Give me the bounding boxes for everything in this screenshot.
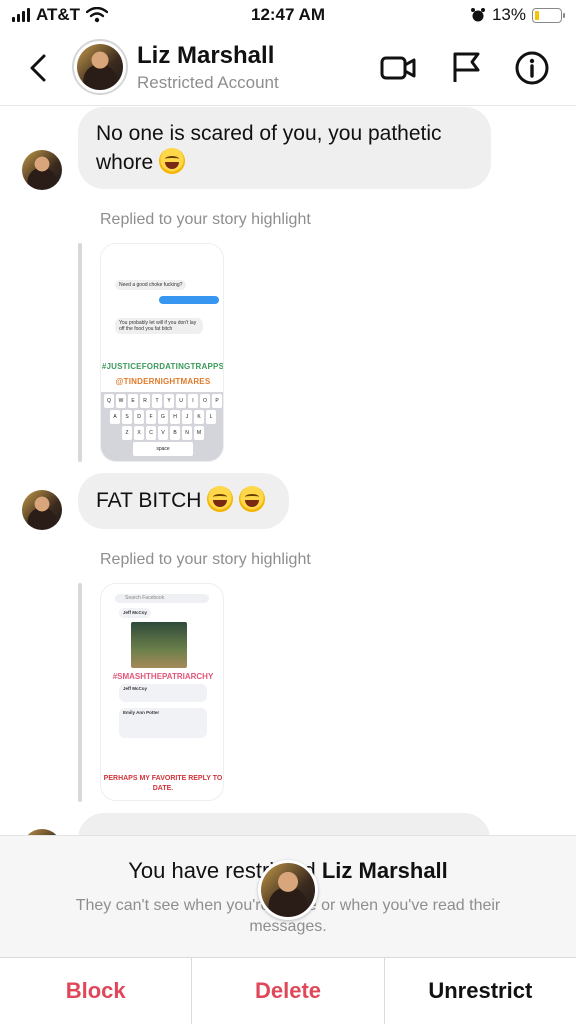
info-icon xyxy=(515,51,549,85)
chat-header: Liz Marshall Restricted Account xyxy=(0,30,576,106)
story-caption: PERHAPS MY FAVORITE REPLY TO DATE. xyxy=(103,775,223,792)
story-message: Need a good choke fucking? xyxy=(115,280,187,290)
back-button[interactable] xyxy=(22,48,58,88)
message-text: FAT BITCH xyxy=(96,489,202,512)
battery-percent: 13% xyxy=(491,5,526,24)
alarm-icon xyxy=(470,8,485,22)
unrestrict-button[interactable]: Unrestrict xyxy=(385,958,576,1024)
avatar xyxy=(77,44,123,90)
restricted-avatar xyxy=(258,860,318,920)
info-button[interactable] xyxy=(512,48,552,88)
block-button[interactable]: Block xyxy=(0,958,193,1024)
story-hashtag: #JUSTICEFORDATINGTRAPPS xyxy=(101,362,224,371)
message-bubble[interactable]: FAT BITCH xyxy=(78,473,289,529)
battery-icon xyxy=(532,7,565,23)
reply-label: Replied to your story highlight xyxy=(100,211,311,228)
story-message: You probably let will if you don't lay o… xyxy=(115,318,203,334)
sender-avatar[interactable] xyxy=(22,490,62,530)
story-image xyxy=(131,622,187,668)
profile-avatar[interactable] xyxy=(72,39,128,95)
chevron-left-icon xyxy=(30,54,46,82)
story-mention: @TINDERNIGHTMARES xyxy=(115,377,211,386)
contact-name[interactable]: Liz Marshall xyxy=(137,42,274,70)
story-search-bar: Search Facebook xyxy=(115,594,209,603)
message-bubble[interactable] xyxy=(78,813,490,835)
story-comment: Emily Ann Potter xyxy=(119,708,207,738)
story-comment: Jeff McCoy xyxy=(119,608,152,618)
tears-of-joy-emoji-icon xyxy=(159,148,186,174)
reply-label: Replied to your story highlight xyxy=(100,551,311,568)
story-message-sent xyxy=(159,296,219,304)
space-key: space xyxy=(133,442,193,456)
restricted-notice: You have restricted Liz Marshall They ca… xyxy=(0,835,576,957)
report-button[interactable] xyxy=(446,48,486,88)
message-text: No one is scared of you, you pathetic wh… xyxy=(96,122,442,174)
video-camera-icon xyxy=(380,56,416,80)
status-bar: AT&T 12:47 AM 13% xyxy=(0,0,576,30)
quote-bar xyxy=(78,583,82,802)
story-keyboard: QWERTYUIOP ASDFGHJKL ZXCVBNM space xyxy=(101,392,223,461)
message-bubble[interactable]: No one is scared of you, you pathetic wh… xyxy=(78,107,491,189)
tears-of-joy-emoji-icon xyxy=(207,486,234,512)
flag-icon xyxy=(453,52,480,82)
video-call-button[interactable] xyxy=(378,48,418,88)
sender-avatar[interactable] xyxy=(22,150,62,190)
story-highlight-thumbnail[interactable]: Need a good choke fucking? You probably … xyxy=(100,243,224,462)
message-thread[interactable]: No one is scared of you, you pathetic wh… xyxy=(0,107,576,835)
story-hashtag: #SMASHTHEPATRIARCHY xyxy=(112,672,214,681)
story-highlight-thumbnail[interactable]: Search Facebook Jeff McCoy #SMASHTHEPATR… xyxy=(100,583,224,801)
action-bar: Block Delete Unrestrict xyxy=(0,957,576,1024)
rolling-laughing-emoji-icon xyxy=(239,486,266,512)
quote-bar xyxy=(78,243,82,462)
story-comment: Jeff McCoy xyxy=(119,684,207,702)
delete-button[interactable]: Delete xyxy=(192,958,385,1024)
avatar xyxy=(261,863,315,917)
contact-status: Restricted Account xyxy=(137,73,279,92)
